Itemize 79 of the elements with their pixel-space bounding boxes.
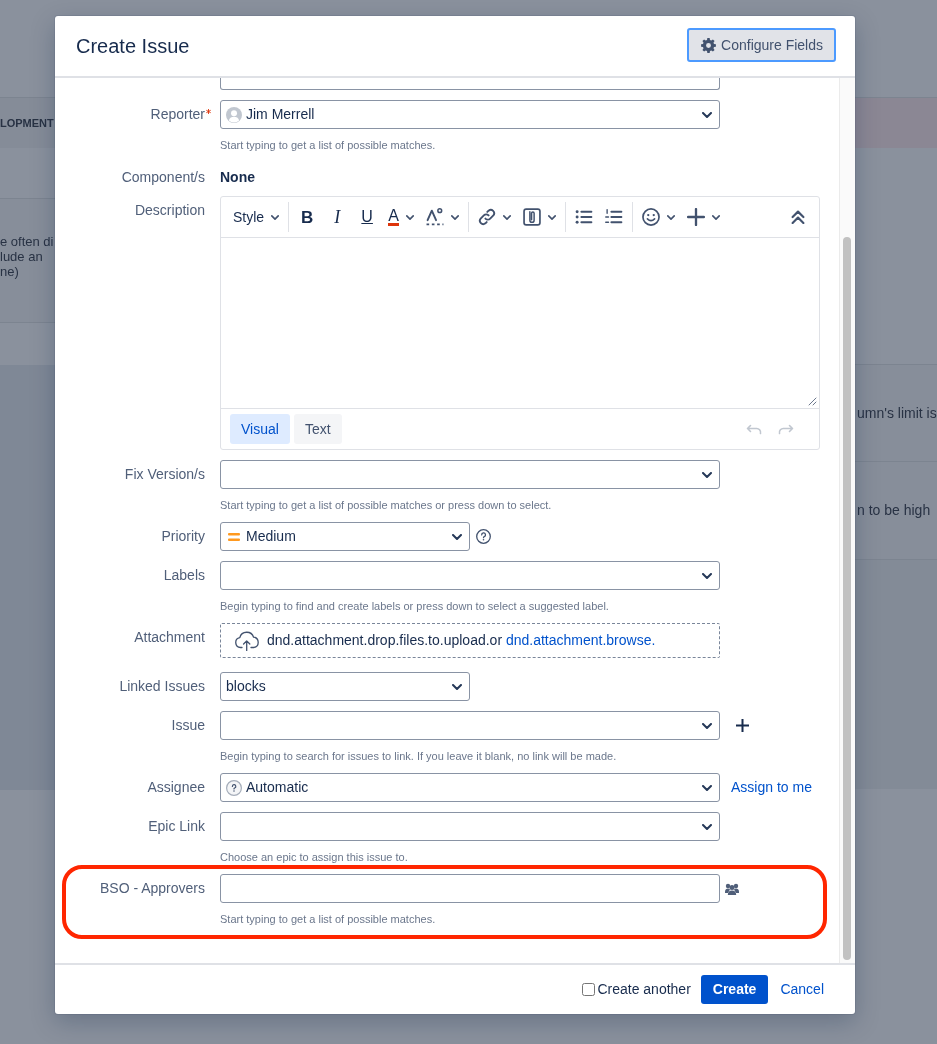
undo-icon xyxy=(746,423,762,435)
field-label: Fix Version/s xyxy=(124,465,205,484)
field-label: BSO - Approvers xyxy=(99,879,205,898)
double-chevron-up-icon xyxy=(791,210,805,224)
chevron-down-icon xyxy=(702,111,712,118)
chevron-down-icon xyxy=(702,722,712,729)
field-hint: Start typing to get a list of possible matches. xyxy=(220,138,437,152)
browse-link[interactable]: dnd.attachment.browse. xyxy=(505,632,656,648)
field-label: Description xyxy=(134,201,205,220)
smiley-icon xyxy=(641,208,660,226)
assign-link[interactable]: Assign to me xyxy=(731,777,812,798)
unknown-user-icon xyxy=(226,779,242,796)
input-field[interactable] xyxy=(220,874,720,903)
field-value: None xyxy=(220,168,255,187)
priority-medium-icon xyxy=(228,532,240,541)
input-field[interactable] xyxy=(220,78,720,90)
card-text: n to be high xyxy=(857,501,931,520)
field-label: Assignee xyxy=(147,778,205,797)
dropdown-field[interactable]: Jim Merrell xyxy=(220,100,720,129)
drop-zone-text: dnd.attachment.drop.files.to.upload.or dnd.attachment.browse. xyxy=(267,631,656,650)
add-icon[interactable] xyxy=(736,719,749,732)
bullet-list-icon xyxy=(574,208,593,226)
field-hint: Start typing to get a list of possible matches. xyxy=(220,912,437,926)
dropdown-field[interactable] xyxy=(220,460,720,489)
card-text: umn's limit is xyxy=(857,403,937,423)
chevron-down-icon xyxy=(702,784,712,791)
dropdown-field[interactable] xyxy=(220,711,720,740)
text-format-icon xyxy=(425,208,444,226)
field-label: Reporter xyxy=(150,105,205,124)
scrollbar-thumb[interactable] xyxy=(843,237,851,960)
italic-button[interactable]: I xyxy=(322,202,353,232)
scrollbar[interactable] xyxy=(839,78,855,963)
chevron-down-icon xyxy=(452,533,462,540)
chevron-down-icon xyxy=(702,572,712,579)
cancel-link[interactable]: Cancel xyxy=(780,979,824,1000)
field-label: Linked Issues xyxy=(119,677,205,696)
dropdown-field[interactable] xyxy=(220,561,720,590)
paperclip-icon xyxy=(522,208,541,226)
field-label: Attachment xyxy=(134,628,205,647)
dropdown-field[interactable]: Automatic xyxy=(220,773,720,802)
field-hint: Begin typing to find and create labels or press down to select a suggested label. xyxy=(220,599,610,613)
text-color-button[interactable]: A xyxy=(382,202,420,232)
field-label: Issue xyxy=(171,716,205,735)
resize-grip-icon[interactable] xyxy=(808,397,817,406)
mode-tab[interactable]: Text xyxy=(293,414,342,444)
settings-icon xyxy=(701,37,717,53)
cloud-upload-icon xyxy=(234,630,260,651)
configure-fields-button[interactable]: Configure Fields xyxy=(687,28,836,62)
attachment-drop-zone[interactable]: dnd.attachment.drop.files.to.upload.or dnd.attachment.browse. xyxy=(220,623,720,658)
create-another-checkbox[interactable] xyxy=(582,983,596,996)
field-hint: Start typing to get a list of possible matches or press down to select. xyxy=(220,498,553,512)
column-header: LOPMENT xyxy=(0,98,55,148)
help-icon[interactable] xyxy=(476,529,491,544)
underline-button[interactable]: U xyxy=(352,202,383,232)
create-another-label[interactable]: Create another xyxy=(597,979,691,1000)
bold-button[interactable]: B xyxy=(292,202,323,232)
dropdown-field[interactable] xyxy=(220,812,720,841)
avatar-icon xyxy=(226,106,242,123)
chevron-down-icon xyxy=(702,823,712,830)
field-label: Labels xyxy=(163,566,205,585)
create-button[interactable]: Create xyxy=(700,975,769,1004)
dialog-title: Create Issue xyxy=(76,34,190,58)
field-label: Component/s xyxy=(121,168,205,187)
style-dropdown[interactable]: Style xyxy=(227,202,286,232)
dropdown-field[interactable]: Medium xyxy=(220,522,470,551)
mode-tab[interactable]: Visual xyxy=(230,414,290,444)
card-text: e often di lude an ne) xyxy=(0,234,55,279)
plus-icon xyxy=(686,208,705,226)
chevron-down-icon xyxy=(452,683,462,690)
people-icon[interactable] xyxy=(725,882,739,895)
link-icon xyxy=(477,208,496,226)
field-hint: Choose an epic to assign this issue to. xyxy=(220,850,409,864)
field-label: Epic Link xyxy=(148,817,205,836)
dropdown-field[interactable]: blocks xyxy=(220,672,470,701)
chevron-down-icon xyxy=(702,471,712,478)
field-label: Priority xyxy=(161,527,205,546)
list-icon xyxy=(604,208,623,226)
redo-icon xyxy=(778,423,794,435)
field-hint: Begin typing to search for issues to link. If you leave it blank, no link will be made. xyxy=(220,749,618,763)
